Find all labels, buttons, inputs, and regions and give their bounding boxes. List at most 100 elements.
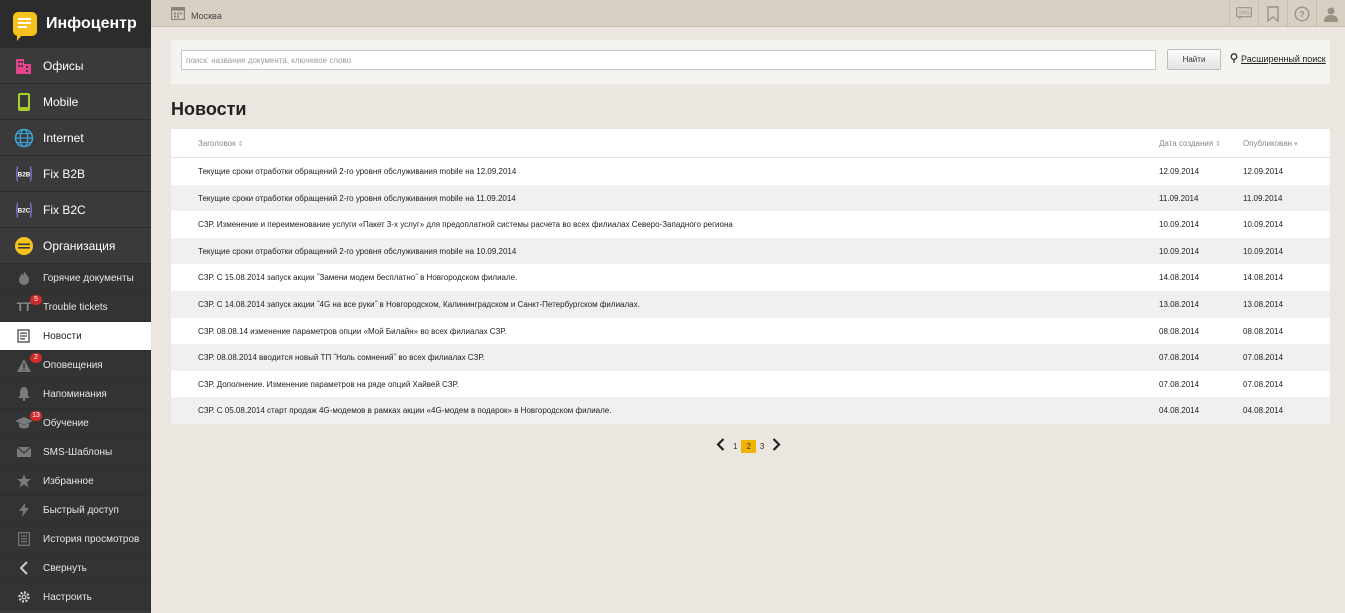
- nav-sms-templates[interactable]: SMS-Шаблоны: [0, 437, 151, 466]
- nav-mobile[interactable]: Mobile: [0, 83, 151, 119]
- table-row[interactable]: СЗР. С 14.08.2014 запуск акции ˝4G на вс…: [171, 290, 1330, 318]
- news-title-link[interactable]: СЗР. Изменение и переименование услуги «…: [198, 220, 733, 229]
- chevron-right-icon[interactable]: [768, 438, 785, 454]
- bell-icon: [15, 385, 33, 403]
- chat-logo-icon: [13, 11, 37, 41]
- chevron-left-icon[interactable]: [712, 438, 729, 454]
- news-title-link[interactable]: Текущие сроки отработки обращений 2-го у…: [198, 194, 516, 203]
- table-row[interactable]: СЗР. С 05.08.2014 старт продаж 4G-модемо…: [171, 397, 1330, 424]
- nav-settings[interactable]: Настроить: [0, 582, 151, 611]
- column-header-title[interactable]: Заголовок ⇕: [198, 139, 244, 148]
- created-date: 07.08.2014: [1159, 353, 1200, 363]
- nav-collapse[interactable]: Свернуть: [0, 553, 151, 582]
- column-header-date[interactable]: Дата создания ⇕: [1159, 139, 1221, 148]
- history-list-icon: [15, 530, 33, 548]
- published-date: 07.08.2014: [1243, 379, 1284, 389]
- b2c-icon: B2C: [14, 200, 34, 220]
- sort-down-icon: ▾: [1294, 141, 1298, 148]
- nav-label: Internet: [43, 130, 84, 145]
- notification-badge: 5: [30, 295, 42, 305]
- news-title-link[interactable]: СЗР. Дополнение. Изменение параметров на…: [198, 380, 459, 389]
- news-title-link[interactable]: СЗР. С 14.08.2014 запуск акции ˝4G на вс…: [198, 300, 640, 309]
- nav-fix-b2c[interactable]: B2C Fix B2C: [0, 191, 151, 227]
- notification-badge: 13: [30, 411, 42, 421]
- nav-training[interactable]: 13 Обучение: [0, 408, 151, 437]
- news-title-link[interactable]: СЗР. 08.08.2014 вводится новый ТП ˝Ноль …: [198, 353, 484, 362]
- table-row[interactable]: Текущие сроки отработки обращений 2-го у…: [171, 237, 1330, 265]
- find-button[interactable]: Найти: [1167, 49, 1221, 70]
- bookmark-icon[interactable]: [1258, 0, 1287, 27]
- news-title-link[interactable]: Текущие сроки отработки обращений 2-го у…: [198, 167, 516, 176]
- nav-offices[interactable]: Офисы: [0, 47, 151, 83]
- nav-label: Офисы: [43, 58, 84, 73]
- table-row[interactable]: СЗР. Дополнение. Изменение параметров на…: [171, 371, 1330, 398]
- nav-label: Trouble tickets: [43, 301, 108, 313]
- published-date: 11.09.2014: [1243, 193, 1283, 203]
- created-date: 04.08.2014: [1159, 406, 1200, 416]
- help-icon[interactable]: ?: [1287, 0, 1316, 27]
- news-title-link[interactable]: СЗР. С 05.08.2014 старт продаж 4G-модемо…: [198, 406, 611, 415]
- created-date: 12.09.2014: [1159, 167, 1200, 176]
- news-title-link[interactable]: Текущие сроки отработки обращений 2-го у…: [198, 247, 516, 256]
- nav-history[interactable]: История просмотров: [0, 524, 151, 553]
- sidebar: Инфоцентр Офисы Mobile Internet B2B Fix …: [0, 0, 151, 613]
- table-row[interactable]: СЗР. 08.08.14 изменение параметров опции…: [171, 318, 1330, 345]
- building-icon: [14, 56, 34, 76]
- sort-icon: ⇕: [1215, 141, 1222, 148]
- nav-quick-access[interactable]: Быстрый доступ: [0, 495, 151, 524]
- table-row[interactable]: СЗР. Изменение и переименование услуги «…: [171, 211, 1330, 238]
- nav-trouble-tickets[interactable]: TT 5 Trouble tickets: [0, 292, 151, 321]
- search-input[interactable]: [181, 50, 1156, 70]
- nav-fix-b2b[interactable]: B2B Fix B2B: [0, 155, 151, 191]
- nav-internet[interactable]: Internet: [0, 119, 151, 155]
- search-bar: Найти Расширенный поиск: [171, 40, 1330, 84]
- nav-favorites[interactable]: Избранное: [0, 466, 151, 495]
- created-date: 13.08.2014: [1159, 299, 1200, 309]
- nav-label: Быстрый доступ: [43, 504, 119, 516]
- news-title-link[interactable]: СЗР. 08.08.14 изменение параметров опции…: [198, 327, 506, 336]
- globe-icon: [14, 128, 34, 148]
- phone-icon: [14, 92, 34, 112]
- app-logo[interactable]: Инфоцентр: [0, 0, 151, 47]
- nav-alerts[interactable]: 2 Оповещения: [0, 350, 151, 379]
- user-icon[interactable]: [1316, 0, 1345, 27]
- nav-reminders[interactable]: Напоминания: [0, 379, 151, 408]
- pagination: 1 2 3: [712, 438, 785, 454]
- nav-hot-documents[interactable]: Горячие документы: [0, 263, 151, 292]
- nav-label: Fix B2C: [43, 202, 86, 217]
- table-row[interactable]: СЗР. 08.08.2014 вводится новый ТП ˝Ноль …: [171, 344, 1330, 371]
- nav-label: Обучение: [43, 417, 89, 429]
- page-link[interactable]: 1: [729, 442, 741, 451]
- published-date: 12.09.2014: [1243, 167, 1284, 176]
- table-row[interactable]: Текущие сроки отработки обращений 2-го у…: [171, 184, 1330, 212]
- nav-organization[interactable]: Организация: [0, 227, 151, 263]
- news-title-link[interactable]: СЗР. С 15.08.2014 запуск акции ˝Замени м…: [198, 273, 517, 282]
- nav-label: Напоминания: [43, 388, 107, 400]
- table-header: Заголовок ⇕ Дата создания ⇕ Опубликован ▾: [171, 129, 1330, 158]
- nav-label: Избранное: [43, 475, 94, 487]
- svg-text:SMS: SMS: [1239, 10, 1251, 16]
- notification-badge: 2: [30, 353, 42, 363]
- nav-news[interactable]: Новости: [0, 321, 151, 350]
- sms-icon[interactable]: SMS: [1229, 0, 1258, 27]
- created-date: 07.08.2014: [1159, 379, 1200, 389]
- column-header-published[interactable]: Опубликован ▾: [1243, 139, 1298, 148]
- organization-icon: [14, 236, 34, 256]
- table-row[interactable]: СЗР. С 15.08.2014 запуск акции ˝Замени м…: [171, 264, 1330, 291]
- published-date: 04.08.2014: [1243, 406, 1284, 416]
- header-label: Опубликован: [1243, 139, 1293, 148]
- page-link[interactable]: 3: [756, 442, 768, 451]
- published-date: 10.09.2014: [1243, 246, 1284, 256]
- svg-text:?: ?: [1299, 9, 1305, 19]
- nav-label: Организация: [43, 238, 116, 253]
- nav-label: SMS-Шаблоны: [43, 446, 113, 458]
- advanced-search-link[interactable]: Расширенный поиск: [1230, 53, 1326, 65]
- current-page[interactable]: 2: [741, 439, 756, 453]
- city-name: Москва: [191, 10, 222, 21]
- nav-label: Свернуть: [43, 562, 87, 574]
- city-selector[interactable]: Москва: [171, 6, 222, 25]
- nav-label: Горячие документы: [43, 272, 134, 284]
- table-row[interactable]: Текущие сроки отработки обращений 2-го у…: [171, 158, 1330, 185]
- nav-label: История просмотров: [43, 533, 140, 545]
- nav-label: Новости: [43, 330, 82, 342]
